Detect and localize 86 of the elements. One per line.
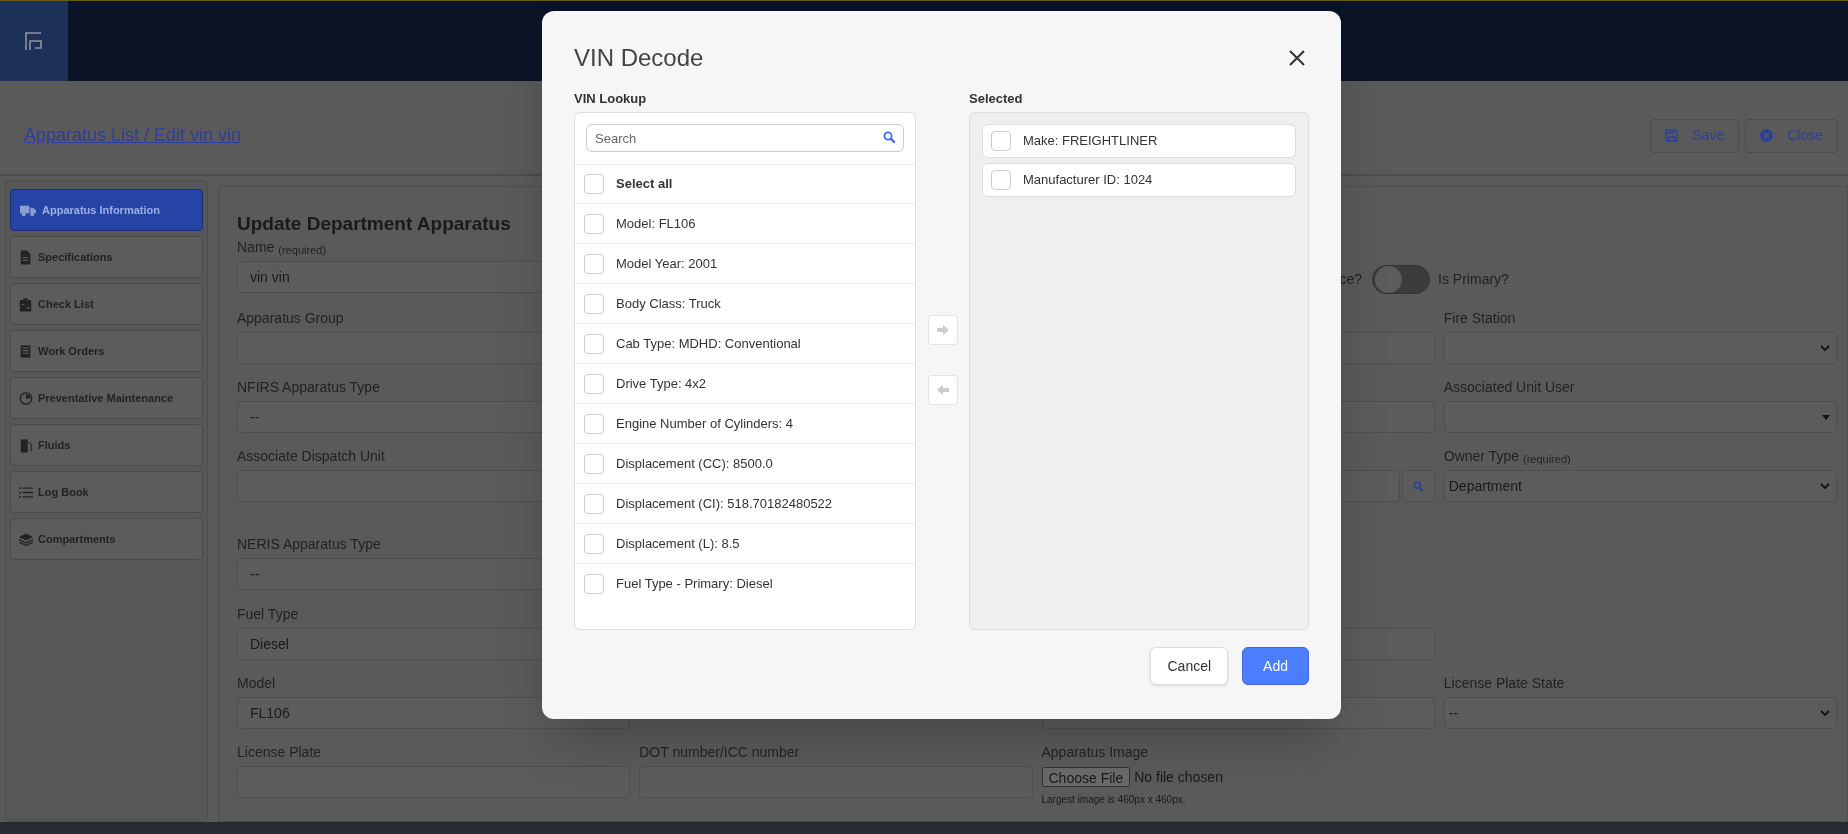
fuel-icon bbox=[19, 437, 33, 453]
select-field[interactable] bbox=[1443, 332, 1837, 364]
sidebar-item[interactable]: Log Book bbox=[10, 471, 203, 513]
move-left-button[interactable] bbox=[927, 375, 958, 405]
field-label: Model bbox=[237, 674, 276, 693]
chevron-icon bbox=[1820, 709, 1830, 717]
add-button[interactable]: Add bbox=[1242, 647, 1309, 685]
checkbox[interactable] bbox=[584, 253, 604, 274]
option-label: Make: FREIGHTLINER bbox=[1023, 132, 1158, 151]
checkbox[interactable] bbox=[584, 413, 604, 434]
option-label: Drive Type: 4x2 bbox=[616, 374, 707, 393]
chevron-icon bbox=[1820, 344, 1830, 352]
toggle-label: Is Primary? bbox=[1438, 269, 1509, 289]
arrow-right-icon bbox=[935, 324, 950, 336]
sidebar-item[interactable]: Apparatus Information bbox=[10, 189, 203, 231]
clipboard-icon bbox=[19, 296, 33, 312]
option-label: Displacement (CC): 8500.0 bbox=[616, 454, 773, 473]
checkbox[interactable] bbox=[584, 574, 604, 594]
field-label: Apparatus Group bbox=[237, 309, 344, 328]
sidebar-item[interactable]: Specifications bbox=[10, 236, 203, 278]
required-note: (required) bbox=[1523, 451, 1571, 467]
section-label: VIN Lookup bbox=[574, 90, 648, 109]
field-label: Associated Unit User bbox=[1443, 378, 1575, 397]
field-label: License Plate bbox=[237, 743, 322, 762]
option-label: Model: FL106 bbox=[616, 214, 696, 233]
select-field[interactable]: Department bbox=[1443, 470, 1837, 502]
move-right-button[interactable] bbox=[927, 315, 958, 345]
field-label: Associate Dispatch Unit bbox=[237, 447, 385, 466]
sidebar-item[interactable]: Preventative Maintenance bbox=[10, 377, 203, 419]
section-label: Selected bbox=[969, 90, 1024, 109]
field-label: Fire Station bbox=[1443, 309, 1516, 328]
search-icon bbox=[883, 131, 896, 144]
field-label: NERIS Apparatus Type bbox=[237, 535, 381, 554]
checkbox[interactable] bbox=[584, 493, 604, 514]
search-icon bbox=[1412, 480, 1424, 492]
modal-title: VIN Decode bbox=[574, 43, 704, 73]
field-label: Owner Type bbox=[1443, 447, 1519, 466]
breadcrumb-link[interactable]: Apparatus List / Edit vin vin bbox=[24, 122, 242, 149]
dropdown-field[interactable] bbox=[1443, 401, 1837, 433]
checkbox[interactable] bbox=[584, 333, 604, 354]
sidebar-item[interactable]: Fluids bbox=[10, 424, 203, 466]
list-icon bbox=[19, 484, 33, 500]
sidebar-item[interactable]: Check List bbox=[10, 283, 203, 325]
checkbox[interactable] bbox=[584, 213, 604, 234]
save-icon bbox=[1665, 129, 1679, 142]
choose-file-button[interactable]: Choose File bbox=[1041, 767, 1131, 787]
toggle-switch[interactable] bbox=[1372, 264, 1431, 294]
search-button[interactable] bbox=[1401, 470, 1435, 502]
close-button[interactable]: Close bbox=[1745, 118, 1838, 153]
list-document-icon bbox=[19, 343, 33, 359]
document-icon bbox=[19, 249, 33, 265]
sidebar-item[interactable]: Work Orders bbox=[10, 330, 203, 372]
cancel-button[interactable]: Cancel bbox=[1150, 647, 1229, 685]
close-icon[interactable] bbox=[1288, 49, 1306, 67]
checkbox[interactable] bbox=[991, 170, 1011, 190]
option-label: Displacement (L): 8.5 bbox=[616, 534, 740, 553]
checkbox[interactable] bbox=[584, 373, 604, 394]
header-logo[interactable] bbox=[0, 1, 68, 81]
field-label: Name bbox=[237, 238, 275, 257]
arrow-left-icon bbox=[935, 384, 950, 396]
select-field[interactable]: -- bbox=[1443, 697, 1837, 729]
gauge-icon bbox=[19, 390, 33, 406]
close-circle-icon bbox=[1760, 129, 1774, 142]
checkbox[interactable] bbox=[584, 453, 604, 474]
option-label: Body Class: Truck bbox=[616, 294, 721, 313]
checkbox[interactable] bbox=[584, 533, 604, 554]
layers-icon bbox=[19, 531, 33, 547]
option-label: Displacement (CI): 518.70182480522 bbox=[616, 494, 833, 513]
logo-icon bbox=[23, 30, 45, 52]
select-all-label: Select all bbox=[616, 175, 673, 194]
option-label: Manufacturer ID: 1024 bbox=[1023, 171, 1153, 190]
field-label: License Plate State bbox=[1443, 674, 1565, 693]
field-label: NFIRS Apparatus Type bbox=[237, 378, 380, 397]
caret-icon bbox=[1822, 414, 1830, 420]
save-button[interactable]: Save bbox=[1650, 118, 1740, 153]
option-label: Cab Type: MDHD: Conventional bbox=[616, 334, 801, 353]
sidebar-item[interactable]: Compartments bbox=[10, 518, 203, 560]
checkbox[interactable] bbox=[991, 131, 1011, 151]
file-status: No file chosen bbox=[1134, 767, 1223, 787]
field-label: Fuel Type bbox=[237, 605, 299, 624]
checkbox[interactable] bbox=[584, 174, 604, 194]
chevron-icon bbox=[1820, 482, 1830, 490]
form-title: Update Department Apparatus bbox=[237, 211, 511, 236]
required-note: (required) bbox=[278, 242, 327, 258]
checkbox[interactable] bbox=[584, 293, 604, 314]
search-field[interactable]: Search bbox=[586, 124, 904, 152]
